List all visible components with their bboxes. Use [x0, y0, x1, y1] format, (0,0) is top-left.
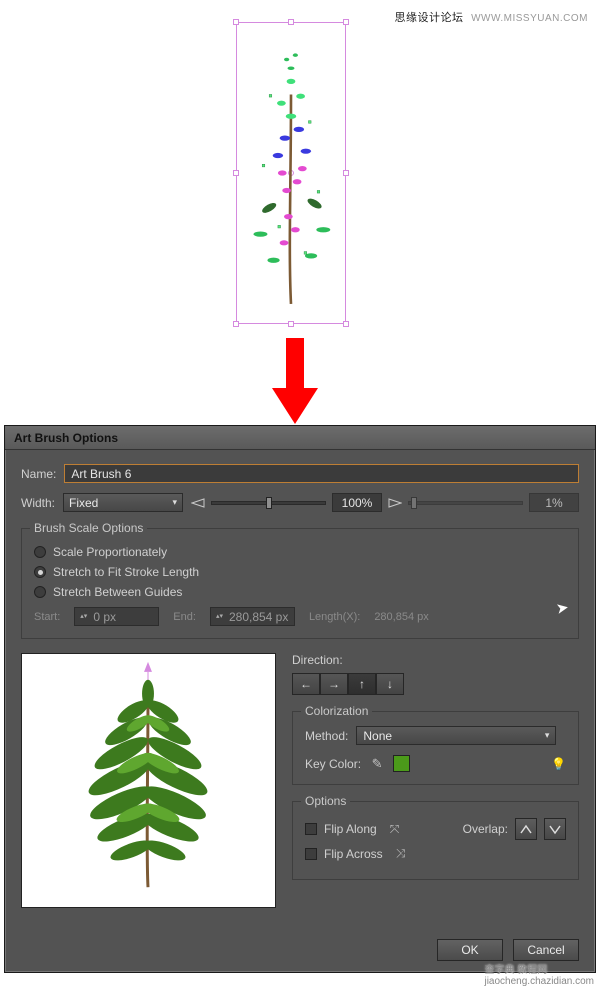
red-arrow-down: [274, 338, 316, 426]
width-profile-icon-right: [388, 497, 402, 509]
overlap-inner-button[interactable]: [515, 818, 537, 840]
options-legend: Options: [301, 794, 350, 808]
radio-scale-proportionately[interactable]: Scale Proportionately: [34, 545, 566, 559]
width-value[interactable]: 100%: [332, 493, 382, 512]
width-profile-icon-left: [191, 497, 205, 509]
header-en: WWW.MISSYUAN.COM: [471, 13, 588, 24]
art-brush-options-dialog: Art Brush Options Name: Width: Fixed 100…: [4, 425, 596, 973]
keycolor-label: Key Color:: [305, 757, 361, 771]
selection-bounding-box[interactable]: [236, 22, 346, 324]
flip-along-label: Flip Along: [324, 822, 377, 836]
width-variation-value[interactable]: 1%: [529, 493, 579, 512]
flip-across-checkbox[interactable]: [305, 848, 317, 860]
handle-bottom-left[interactable]: [233, 321, 239, 327]
overlap-label: Overlap:: [463, 822, 508, 836]
flip-along-icon: ⤧: [390, 822, 400, 837]
start-label: Start:: [34, 611, 60, 623]
options-group: Options Flip Along ⤧ Overlap: Flip Acros…: [292, 801, 579, 880]
brush-preview: [21, 653, 276, 908]
watermark-url: jiaocheng.chazidian.com: [484, 976, 594, 987]
start-input: ▴▾0 px: [74, 607, 159, 626]
width-variation-slider[interactable]: [408, 501, 523, 505]
colorization-group: Colorization Method: None Key Color: ✎ 💡: [292, 711, 579, 785]
canvas-selected-artwork[interactable]: [232, 18, 350, 328]
width-mode-dropdown[interactable]: Fixed: [63, 493, 183, 512]
direction-up[interactable]: ↑: [348, 673, 376, 695]
brush-scale-legend: Brush Scale Options: [30, 521, 147, 535]
brush-scale-options-group: Brush Scale Options Scale Proportionatel…: [21, 528, 579, 639]
handle-mid-right[interactable]: [343, 170, 349, 176]
keycolor-swatch[interactable]: [393, 755, 410, 772]
cancel-button[interactable]: Cancel: [513, 939, 579, 961]
end-input: ▴▾280,854 px: [210, 607, 295, 626]
flip-across-label: Flip Across: [324, 847, 383, 861]
flip-across-icon: ⤨: [396, 846, 406, 861]
watermark: 查字典 教程网 jiaocheng.chazidian.com: [484, 961, 594, 987]
watermark-brand: 查字典 教程网: [484, 961, 594, 976]
dialog-title[interactable]: Art Brush Options: [5, 426, 595, 450]
width-label: Width:: [21, 496, 55, 510]
width-slider[interactable]: [211, 501, 326, 505]
direction-left[interactable]: ←: [292, 673, 320, 695]
direction-label: Direction:: [292, 653, 579, 667]
handle-top-mid[interactable]: [288, 19, 294, 25]
direction-right[interactable]: →: [320, 673, 348, 695]
page-header: 思缘设计论坛 WWW.MISSYUAN.COM: [395, 9, 588, 25]
length-value: 280,854 px: [374, 611, 428, 623]
method-label: Method:: [305, 729, 348, 743]
name-label: Name:: [21, 467, 56, 481]
end-label: End:: [173, 611, 196, 623]
method-dropdown[interactable]: None: [356, 726, 556, 745]
handle-bottom-right[interactable]: [343, 321, 349, 327]
tips-icon[interactable]: 💡: [551, 757, 566, 771]
ok-button[interactable]: OK: [437, 939, 503, 961]
length-label: Length(X):: [309, 611, 360, 623]
radio-stretch-between-guides[interactable]: Stretch Between Guides: [34, 585, 566, 599]
header-cn: 思缘设计论坛: [395, 12, 464, 24]
handle-top-right[interactable]: [343, 19, 349, 25]
overlap-outer-button[interactable]: [544, 818, 566, 840]
direction-segmented: ← → ↑ ↓: [292, 673, 579, 695]
colorization-legend: Colorization: [301, 704, 372, 718]
name-input[interactable]: [64, 464, 579, 483]
eyedropper-icon[interactable]: ✎: [369, 756, 385, 772]
handle-mid-left[interactable]: [233, 170, 239, 176]
direction-down[interactable]: ↓: [376, 673, 404, 695]
radio-stretch-fit-stroke[interactable]: Stretch to Fit Stroke Length: [34, 565, 566, 579]
handle-top-left[interactable]: [233, 19, 239, 25]
handle-bottom-mid[interactable]: [288, 321, 294, 327]
flip-along-checkbox[interactable]: [305, 823, 317, 835]
lavender-artwork: [243, 29, 339, 317]
